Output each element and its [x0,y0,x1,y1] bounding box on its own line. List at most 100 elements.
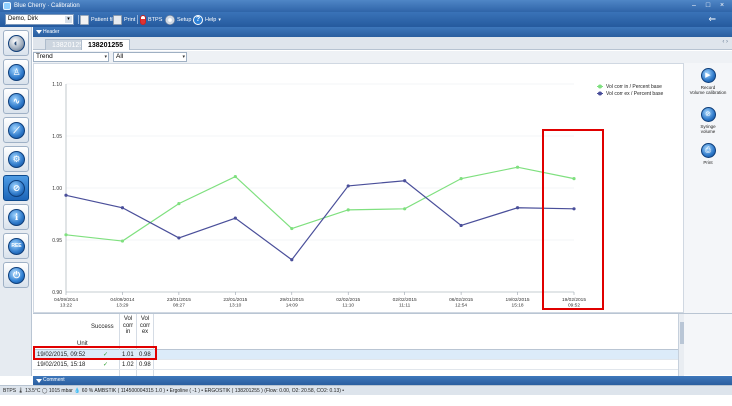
rail-button-patient[interactable]: ♙ [3,59,29,85]
series-line-1 [65,166,575,242]
x-tick-label: 04/09/2014 [110,297,134,303]
tab-scroll-arrows-icon[interactable]: ‹ › [722,39,728,45]
x-tick-label: 23/01/2015 [167,297,191,303]
x-tick-label: 13:29 [116,303,128,309]
status-bar: BTPS 🌡 13.5°C ◯ 1015 mbar 💧 60 % AMBSTIK… [0,385,732,395]
column-header-vol-corr-in[interactable]: Vol corr in [121,316,135,336]
column-header-unit: Unit [77,341,88,347]
thermometer-icon [140,14,146,25]
chevron-down-icon: ▾ [104,54,107,60]
printer-icon [113,14,122,25]
y-tick-label: 1.00 [52,186,62,192]
report-glyph: ⚙ [12,154,21,164]
print-report-label: Print [703,160,713,165]
success-check-icon: ✓ [103,362,109,368]
minimize-button[interactable]: – [690,1,698,10]
user-select[interactable]: Demo, Dirk ▾ [5,14,74,25]
x-tick-label: 11:10 [342,303,354,309]
tab-device-2[interactable]: 138201255 [81,39,131,50]
setup-button[interactable]: Setup [165,14,191,25]
help-label: Help [205,16,217,23]
scope-select[interactable]: All ▾ [113,52,187,62]
data-point [233,216,237,220]
rail-button-power[interactable]: ⏻ [3,262,29,288]
x-tick-label: 11:11 [399,303,411,309]
back-arrow-icon[interactable]: ⇐ [708,14,716,25]
info-glyph: ℹ [14,212,19,222]
print-report-button[interactable]: ⎙ Print [688,143,728,165]
x-tick-label: 13:22 [60,303,72,309]
restore-button[interactable]: □ [704,1,712,10]
collapse-triangle-icon [36,379,42,383]
trend-chart-svg: 1.101.051.000.950.9004/09/201413:2204/09… [52,82,663,309]
ree-glyph: REE [11,243,22,249]
view-select[interactable]: Trend ▾ [33,52,109,62]
legend-label: Vol corr ex / Percent base [606,91,663,97]
app-icon [3,2,11,10]
toolbar: Demo, Dirk ▾ Patient file Print BTPS Set… [0,12,732,27]
rail-button-logo[interactable]: ◐ [3,30,29,56]
rail-button-measure[interactable]: ∿ [3,88,29,114]
measure-glyph: ∿ [12,96,21,106]
row-vol-corr-ex: 0.98 [139,362,151,368]
rail-button-analysis[interactable]: ⟋ [3,117,29,143]
syringe-volume-button[interactable]: ⊘ Syringe volume [688,107,728,134]
x-tick-label: 19/02/2015 [506,297,530,303]
data-point [120,239,125,243]
rail-button-ree[interactable]: REE [3,233,29,259]
record-volume-calibration-button[interactable]: ▶ Record Volume calibration [688,68,728,95]
window-title: Blue Cherry · Calibration [14,3,80,9]
chevron-down-icon: ▾ [65,16,72,23]
success-check-icon: ✓ [103,352,109,358]
row-vol-corr-in: 1.01 [122,352,134,358]
data-point [290,258,294,262]
data-point [572,207,576,211]
data-point [290,226,294,231]
patient-file-button[interactable]: Patient file [80,14,117,25]
data-point [572,177,576,181]
rail-button-calibration[interactable]: ⊘ [3,175,29,201]
table-row[interactable]: 19/02/2015, 09:52 ✓ 1.01 0.98 [33,350,681,360]
table-row[interactable]: 19/02/2015, 15:18 ✓ 1.02 0.98 [33,360,681,370]
column-header-vol-corr-ex[interactable]: Vol corr ex [138,316,152,336]
data-point [120,206,125,210]
data-point [346,184,350,188]
rail-button-info[interactable]: ℹ [3,204,29,230]
gear-icon [165,14,175,25]
comment-section-toggle[interactable]: Comment [33,376,732,385]
data-point [64,233,68,237]
data-point [177,236,181,240]
printer-icon: ⎙ [700,143,716,158]
x-tick-label: 15:18 [512,303,524,309]
print-button[interactable]: Print [113,14,135,25]
help-button[interactable]: ? Help ▾ [193,14,221,25]
legend-label: Vol corr in / Percent base [606,84,662,90]
x-tick-label: 29/01/2015 [280,297,304,303]
device-tabs: 138201255 138201255 ‹ › [33,37,732,50]
x-tick-label: 14:09 [286,303,298,309]
print-label: Print [124,16,136,23]
close-button[interactable]: × [718,1,726,10]
view-select-value: Trend [36,53,53,60]
toolbar-separator [78,15,79,24]
record-label: Record Volume calibration [689,85,727,95]
header-section-toggle[interactable]: Header [33,27,732,37]
syringe-label: Syringe volume [700,124,716,134]
chevron-down-icon: ▾ [182,54,185,60]
x-tick-label: 06/02/2015 [449,297,473,303]
data-point [403,179,407,183]
data-point [346,208,350,212]
user-select-value: Demo, Dirk [8,16,39,22]
y-tick-label: 1.05 [52,134,62,140]
x-tick-label: 02/02/2015 [336,297,360,303]
btps-button[interactable]: BTPS [140,14,162,25]
rail-button-report[interactable]: ⚙ [3,146,29,172]
title-bar: Blue Cherry · Calibration – □ × [0,0,732,12]
data-point [515,165,520,169]
x-tick-label: 19/02/2015 [562,297,586,303]
row-vol-corr-ex: 0.98 [139,352,151,358]
calibration-glyph: ⊘ [12,183,21,193]
btps-label: BTPS [148,16,163,23]
column-header-success[interactable]: Success [91,324,114,331]
chevron-down-icon: ▾ [218,16,221,23]
